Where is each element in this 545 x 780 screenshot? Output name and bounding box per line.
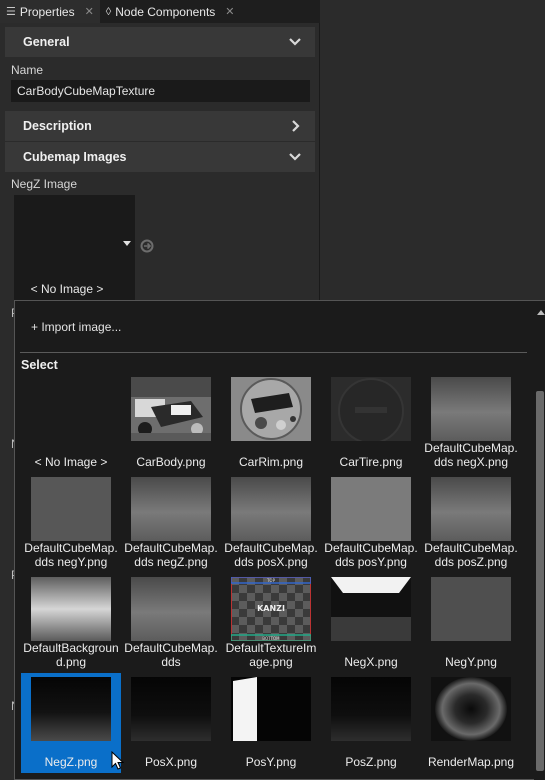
image-option-label: NegZ.png (44, 755, 98, 769)
components-icon: ◊ (105, 5, 112, 18)
image-option-grad[interactable]: DefaultCubeMap. dds posZ.png (421, 473, 521, 573)
image-option-grad[interactable]: DefaultCubeMap. dds negX.png (421, 373, 521, 473)
image-option-floor[interactable]: NegZ.png (21, 673, 121, 773)
tab-properties[interactable]: ☰ Properties ✕ (0, 0, 100, 23)
section-cubemap-label: Cubemap Images (23, 150, 127, 164)
image-thumbnail (231, 377, 311, 441)
section-cubemap-images[interactable]: Cubemap Images (5, 142, 315, 172)
image-thumbnail (31, 577, 111, 641)
mouse-cursor-icon (111, 751, 125, 770)
image-option-grad[interactable]: DefaultCubeMap. dds posX.png (221, 473, 321, 573)
image-option-none[interactable]: < No Image > (21, 373, 121, 473)
image-option-label: RenderMap.png (427, 755, 515, 769)
image-option-label: DefaultCubeMap. dds posZ.png (424, 541, 518, 569)
image-thumbnail (31, 477, 111, 541)
image-thumbnail (231, 677, 311, 741)
divider (20, 352, 527, 353)
image-option-grad[interactable]: DefaultCubeMap. dds (121, 573, 221, 673)
chevron-down-icon (289, 38, 301, 46)
svg-text:TOP: TOP (266, 578, 276, 583)
image-option-bg[interactable]: DefaultBackgroun d.png (21, 573, 121, 673)
image-thumbnail (131, 377, 211, 441)
section-general[interactable]: General (5, 27, 315, 57)
tab-node-components-label: Node Components (115, 4, 216, 19)
section-description-label: Description (23, 119, 92, 133)
image-option-label: CarBody.png (136, 455, 206, 469)
image-option-label: DefaultCubeMap. dds posX.png (224, 541, 318, 569)
image-thumbnail (331, 377, 411, 441)
image-thumbnail (431, 477, 511, 541)
image-thumbnail (31, 677, 111, 741)
image-option-label: PosY.png (245, 755, 297, 769)
image-thumbnail (331, 477, 411, 541)
name-label: Name (11, 63, 44, 77)
svg-text:KANZI: KANZI (257, 604, 285, 613)
tab-properties-label: Properties (19, 4, 75, 19)
negz-image-label: NegZ Image (11, 177, 78, 191)
image-option-carbody[interactable]: CarBody.png (121, 373, 221, 473)
image-option-label: CarTire.png (339, 455, 403, 469)
image-thumbnail (431, 377, 511, 441)
image-option-label: DefaultCubeMap. dds (124, 641, 218, 669)
image-thumbnail (131, 477, 211, 541)
image-option-kanzi[interactable]: TOP KANZI BOTTOM DefaultTextureIm age.png (221, 573, 321, 673)
chevron-right-icon (292, 120, 300, 132)
dropdown-caret-icon[interactable] (123, 241, 131, 246)
image-option-label: DefaultCubeMap. dds negZ.png (124, 541, 218, 569)
current-image-label: < No Image > (30, 282, 104, 296)
close-icon[interactable]: ✕ (85, 5, 94, 18)
image-option-label: DefaultCubeMap. dds negX.png (424, 441, 518, 469)
reset-icon[interactable] (140, 239, 154, 253)
image-thumbnail (431, 677, 511, 741)
image-option-cartire[interactable]: CarTire.png (321, 373, 421, 473)
section-description[interactable]: Description (5, 111, 315, 141)
image-option-negx[interactable]: NegX.png (321, 573, 421, 673)
image-thumbnail (331, 677, 411, 741)
image-option-flatlight[interactable]: DefaultCubeMap. dds posY.png (321, 473, 421, 573)
image-option-label: NegX.png (344, 655, 398, 669)
image-option-label: DefaultBackgroun d.png (23, 641, 119, 669)
close-icon[interactable]: ✕ (225, 5, 234, 18)
image-option-carrim[interactable]: CarRim.png (221, 373, 321, 473)
image-option-label: DefaultCubeMap. dds negY.png (24, 541, 118, 569)
name-field[interactable]: CarBodyCubeMapTexture (11, 80, 310, 102)
image-option-posy[interactable]: PosY.png (221, 673, 321, 773)
image-thumbnail (331, 577, 411, 641)
image-option-label: DefaultTextureIm age.png (225, 641, 317, 669)
negz-image-picker[interactable]: < No Image > (14, 195, 135, 303)
tab-node-components[interactable]: ◊ Node Components ✕ (100, 0, 241, 23)
image-option-negy[interactable]: NegY.png (421, 573, 521, 673)
image-option-label: PosZ.png (345, 755, 397, 769)
scrollbar[interactable] (534, 301, 545, 780)
image-thumbnail (231, 477, 311, 541)
section-general-label: General (23, 35, 70, 49)
image-option-grad[interactable]: DefaultCubeMap. dds negZ.png (121, 473, 221, 573)
image-option-label: < No Image > (34, 455, 108, 469)
image-thumbnail (131, 677, 211, 741)
image-option-label: PosX.png (144, 755, 198, 769)
image-option-rendermap[interactable]: RenderMap.png (421, 673, 521, 773)
chevron-down-icon (289, 153, 301, 161)
image-option-label: CarRim.png (238, 455, 304, 469)
tab-bar: ☰ Properties ✕ ◊ Node Components ✕ (0, 0, 320, 23)
image-thumbnail: TOP KANZI BOTTOM (231, 577, 311, 641)
image-option-label: DefaultCubeMap. dds posY.png (324, 541, 418, 569)
image-option-flatdark[interactable]: DefaultCubeMap. dds negY.png (21, 473, 121, 573)
image-option-floordark[interactable]: PosX.png (121, 673, 221, 773)
list-icon: ☰ (6, 6, 16, 18)
image-dropdown: + Import image... Select < No Image > Car… (14, 300, 545, 780)
import-image-button[interactable]: + Import image... (31, 320, 121, 334)
scroll-up-icon[interactable] (537, 310, 545, 315)
image-option-floordark[interactable]: PosZ.png (321, 673, 421, 773)
image-thumbnail (131, 577, 211, 641)
scrollbar-thumb[interactable] (536, 391, 544, 771)
image-thumbnail (431, 577, 511, 641)
image-option-label: NegY.png (445, 655, 497, 669)
select-header: Select (21, 358, 58, 372)
